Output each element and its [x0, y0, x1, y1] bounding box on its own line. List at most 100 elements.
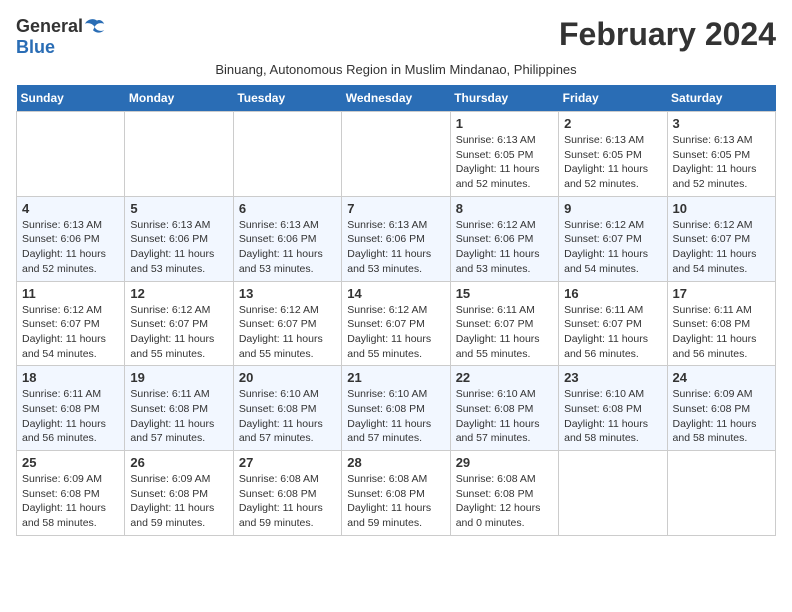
day-info: Sunrise: 6:11 AMSunset: 6:07 PMDaylight:… [456, 303, 553, 362]
logo: General Blue [16, 16, 109, 58]
day-number: 24 [673, 370, 770, 385]
day-info: Sunrise: 6:12 AMSunset: 6:06 PMDaylight:… [456, 218, 553, 277]
calendar-cell: 1 Sunrise: 6:13 AMSunset: 6:05 PMDaylight… [450, 112, 558, 197]
header-row: SundayMondayTuesdayWednesdayThursdayFrid… [17, 85, 776, 112]
column-header-sunday: Sunday [17, 85, 125, 112]
calendar-cell: 19 Sunrise: 6:11 AMSunset: 6:08 PMDayligh… [125, 366, 233, 451]
calendar-cell: 22Sunrise: 6:10 AMSunset: 6:08 PMDayligh… [450, 366, 558, 451]
day-number: 23 [564, 370, 661, 385]
day-number: 27 [239, 455, 336, 470]
calendar-cell: 16 Sunrise: 6:11 AMSunset: 6:07 PMDayligh… [559, 281, 667, 366]
calendar-cell: 21 Sunrise: 6:10 AMSunset: 6:08 PMDayligh… [342, 366, 450, 451]
day-number: 19 [130, 370, 227, 385]
day-number: 26 [130, 455, 227, 470]
calendar-cell: 17 Sunrise: 6:11 AMSunset: 6:08 PMDayligh… [667, 281, 775, 366]
subtitle: Binuang, Autonomous Region in Muslim Min… [16, 62, 776, 77]
day-number: 6 [239, 201, 336, 216]
calendar-cell [667, 451, 775, 536]
calendar-cell: 23Sunrise: 6:10 AMSunset: 6:08 PMDayligh… [559, 366, 667, 451]
day-info: Sunrise: 6:13 AMSunset: 6:05 PMDaylight:… [456, 133, 553, 192]
day-number: 13 [239, 286, 336, 301]
day-info: Sunrise: 6:11 AMSunset: 6:07 PMDaylight:… [564, 303, 661, 362]
day-info: Sunrise: 6:12 AMSunset: 6:07 PMDaylight:… [22, 303, 119, 362]
calendar-week-2: 4 Sunrise: 6:13 AMSunset: 6:06 PMDaylight… [17, 196, 776, 281]
calendar-cell: 6Sunrise: 6:13 AMSunset: 6:06 PMDaylight… [233, 196, 341, 281]
day-info: Sunrise: 6:12 AMSunset: 6:07 PMDaylight:… [564, 218, 661, 277]
calendar-cell: 28 Sunrise: 6:08 AMSunset: 6:08 PMDayligh… [342, 451, 450, 536]
day-number: 8 [456, 201, 553, 216]
day-info: Sunrise: 6:13 AMSunset: 6:06 PMDaylight:… [22, 218, 119, 277]
calendar-week-5: 25 Sunrise: 6:09 AMSunset: 6:08 PMDayligh… [17, 451, 776, 536]
calendar-week-4: 18 Sunrise: 6:11 AMSunset: 6:08 PMDayligh… [17, 366, 776, 451]
day-number: 11 [22, 286, 119, 301]
calendar-cell: 7 Sunrise: 6:13 AMSunset: 6:06 PMDaylight… [342, 196, 450, 281]
calendar-cell: 2 Sunrise: 6:13 AMSunset: 6:05 PMDaylight… [559, 112, 667, 197]
day-info: Sunrise: 6:11 AMSunset: 6:08 PMDaylight:… [130, 387, 227, 446]
column-header-thursday: Thursday [450, 85, 558, 112]
calendar-table: SundayMondayTuesdayWednesdayThursdayFrid… [16, 85, 776, 536]
day-info: Sunrise: 6:13 AMSunset: 6:06 PMDaylight:… [347, 218, 444, 277]
calendar-cell: 25 Sunrise: 6:09 AMSunset: 6:08 PMDayligh… [17, 451, 125, 536]
day-info: Sunrise: 6:10 AMSunset: 6:08 PMDaylight:… [239, 387, 336, 446]
calendar-cell: 8 Sunrise: 6:12 AMSunset: 6:06 PMDaylight… [450, 196, 558, 281]
column-header-wednesday: Wednesday [342, 85, 450, 112]
calendar-cell: 26Sunrise: 6:09 AMSunset: 6:08 PMDayligh… [125, 451, 233, 536]
calendar-cell [17, 112, 125, 197]
day-number: 25 [22, 455, 119, 470]
day-info: Sunrise: 6:11 AMSunset: 6:08 PMDaylight:… [673, 303, 770, 362]
calendar-week-1: 1 Sunrise: 6:13 AMSunset: 6:05 PMDaylight… [17, 112, 776, 197]
day-info: Sunrise: 6:13 AMSunset: 6:06 PMDaylight:… [130, 218, 227, 277]
calendar-cell [559, 451, 667, 536]
column-header-saturday: Saturday [667, 85, 775, 112]
day-number: 9 [564, 201, 661, 216]
day-info: Sunrise: 6:08 AMSunset: 6:08 PMDaylight:… [347, 472, 444, 531]
day-number: 7 [347, 201, 444, 216]
day-number: 3 [673, 116, 770, 131]
day-info: Sunrise: 6:08 AMSunset: 6:08 PMDaylight:… [239, 472, 336, 531]
day-info: Sunrise: 6:13 AMSunset: 6:05 PMDaylight:… [564, 133, 661, 192]
calendar-cell [233, 112, 341, 197]
day-info: Sunrise: 6:13 AMSunset: 6:05 PMDaylight:… [673, 133, 770, 192]
day-info: Sunrise: 6:12 AMSunset: 6:07 PMDaylight:… [347, 303, 444, 362]
day-number: 20 [239, 370, 336, 385]
logo-blue-text: Blue [16, 37, 55, 58]
calendar-week-3: 11 Sunrise: 6:12 AMSunset: 6:07 PMDayligh… [17, 281, 776, 366]
calendar-cell: 4 Sunrise: 6:13 AMSunset: 6:06 PMDaylight… [17, 196, 125, 281]
logo-general-text: General [16, 16, 83, 37]
day-info: Sunrise: 6:12 AMSunset: 6:07 PMDaylight:… [130, 303, 227, 362]
calendar-cell: 27 Sunrise: 6:08 AMSunset: 6:08 PMDayligh… [233, 451, 341, 536]
day-number: 21 [347, 370, 444, 385]
calendar-cell [342, 112, 450, 197]
calendar-cell: 18 Sunrise: 6:11 AMSunset: 6:08 PMDayligh… [17, 366, 125, 451]
day-number: 16 [564, 286, 661, 301]
day-number: 5 [130, 201, 227, 216]
calendar-cell: 15 Sunrise: 6:11 AMSunset: 6:07 PMDayligh… [450, 281, 558, 366]
header-area: General Blue February 2024 [16, 16, 776, 58]
day-number: 14 [347, 286, 444, 301]
day-number: 1 [456, 116, 553, 131]
calendar-cell [125, 112, 233, 197]
day-info: Sunrise: 6:10 AMSunset: 6:08 PMDaylight:… [347, 387, 444, 446]
day-info: Sunrise: 6:11 AMSunset: 6:08 PMDaylight:… [22, 387, 119, 446]
column-header-monday: Monday [125, 85, 233, 112]
calendar-cell: 3 Sunrise: 6:13 AMSunset: 6:05 PMDaylight… [667, 112, 775, 197]
column-header-tuesday: Tuesday [233, 85, 341, 112]
day-number: 4 [22, 201, 119, 216]
day-number: 2 [564, 116, 661, 131]
day-number: 28 [347, 455, 444, 470]
calendar-cell: 20 Sunrise: 6:10 AMSunset: 6:08 PMDayligh… [233, 366, 341, 451]
day-info: Sunrise: 6:09 AMSunset: 6:08 PMDaylight:… [22, 472, 119, 531]
day-number: 17 [673, 286, 770, 301]
day-info: Sunrise: 6:09 AMSunset: 6:08 PMDaylight:… [673, 387, 770, 446]
day-number: 18 [22, 370, 119, 385]
calendar-cell: 13 Sunrise: 6:12 AMSunset: 6:07 PMDayligh… [233, 281, 341, 366]
day-info: Sunrise: 6:12 AMSunset: 6:07 PMDaylight:… [239, 303, 336, 362]
day-number: 15 [456, 286, 553, 301]
day-info: Sunrise: 6:10 AMSunset: 6:08 PMDaylight:… [456, 387, 553, 446]
day-number: 12 [130, 286, 227, 301]
calendar-cell: 24 Sunrise: 6:09 AMSunset: 6:08 PMDayligh… [667, 366, 775, 451]
calendar-cell: 12 Sunrise: 6:12 AMSunset: 6:07 PMDayligh… [125, 281, 233, 366]
calendar-cell: 10Sunrise: 6:12 AMSunset: 6:07 PMDayligh… [667, 196, 775, 281]
calendar-cell: 5 Sunrise: 6:13 AMSunset: 6:06 PMDaylight… [125, 196, 233, 281]
column-header-friday: Friday [559, 85, 667, 112]
